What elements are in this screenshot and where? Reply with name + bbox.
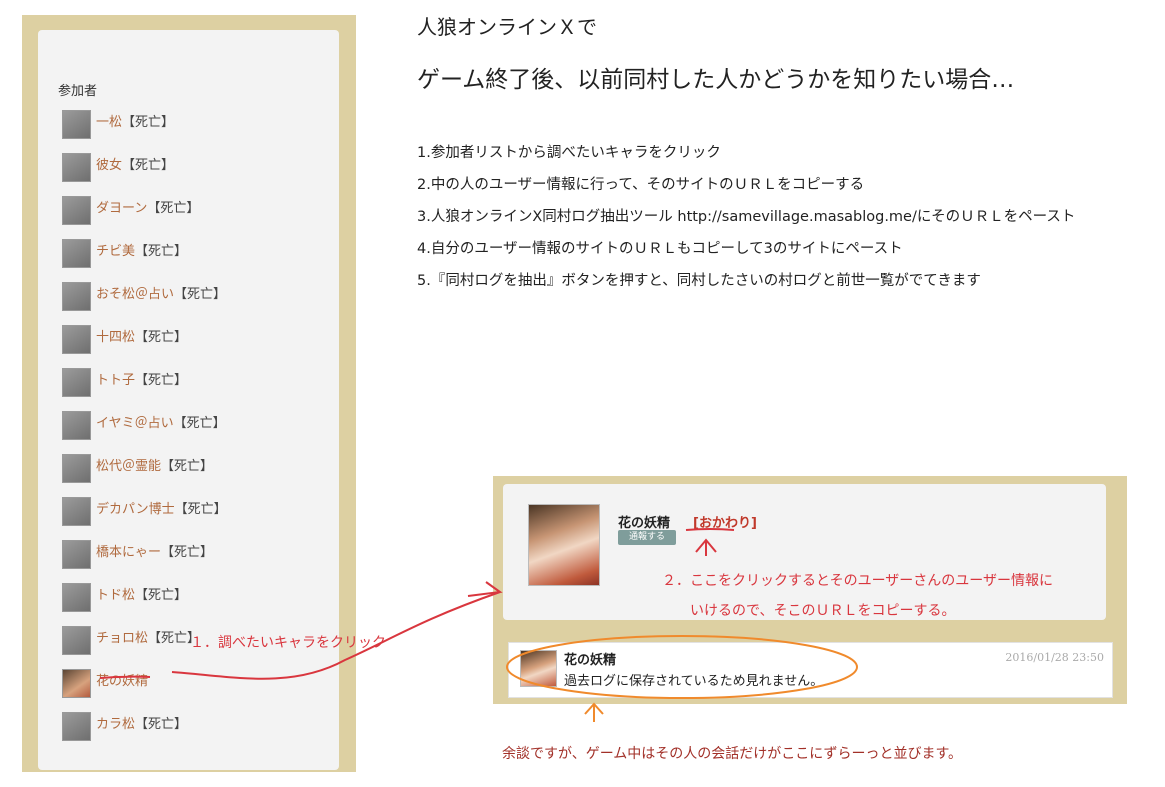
- participant-status: 【死亡】: [135, 330, 188, 345]
- chat-message: 花の妖精 2016/01/28 23:50 過去ログに保存されているため見れませ…: [508, 642, 1113, 698]
- avatar[interactable]: [62, 110, 91, 139]
- avatar[interactable]: [62, 669, 91, 698]
- guide-steps: 1.参加者リストから調べたいキャラをクリック 2.中の人のユーザー情報に行って、…: [417, 137, 1075, 297]
- chat-timestamp: 2016/01/28 23:50: [1005, 651, 1104, 664]
- annotation-aside: 余談ですが、ゲーム中はその人の会話だけがここにずらーっと並びます。: [502, 746, 963, 762]
- participant-status: 【死亡】: [161, 459, 214, 474]
- player-detail-panel: 花の妖精 通報する [おかわり] 花の妖精 2016/01/28 23:50 過…: [493, 476, 1127, 704]
- avatar[interactable]: [62, 583, 91, 612]
- avatar[interactable]: [62, 411, 91, 440]
- guide-step: 5.『同村ログを抽出』ボタンを押すと、同村したさいの村ログと前世一覧がでてきます: [417, 273, 981, 289]
- participant-status: 【死亡】: [174, 502, 227, 517]
- participant-name[interactable]: チビ美: [96, 244, 135, 259]
- chat-up-arrow: [584, 702, 604, 722]
- participant-name[interactable]: カラ松: [96, 717, 135, 732]
- avatar[interactable]: [62, 196, 91, 225]
- participant-status: 【死亡】: [147, 201, 200, 216]
- participant-status: 【死亡】: [135, 588, 188, 603]
- participant-name[interactable]: 橋本にゃー: [96, 545, 161, 560]
- avatar[interactable]: [62, 368, 91, 397]
- annotation-step2-line2: いけるので、そこのＵＲＬをコピーする。: [690, 603, 956, 619]
- participant-status: 【死亡】: [174, 287, 227, 302]
- guide-step: 1.参加者リストから調べたいキャラをクリック: [417, 145, 721, 161]
- participant-status: 【死亡】: [135, 373, 188, 388]
- avatar[interactable]: [62, 540, 91, 569]
- participants-panel: 参加者 一松【死亡】 彼女【死亡】 ダヨーン【死亡】 チビ美【死亡】 おそ松＠占…: [22, 15, 356, 772]
- avatar[interactable]: [62, 626, 91, 655]
- participant-name[interactable]: デカパン博士: [96, 502, 175, 517]
- participant-status: 【死亡】: [135, 717, 188, 732]
- participant-status: 【死亡】: [161, 545, 214, 560]
- avatar[interactable]: [62, 282, 91, 311]
- participant-name[interactable]: 松代＠霊能: [96, 459, 161, 474]
- participant-name[interactable]: チョロ松: [96, 631, 148, 646]
- okawari-link[interactable]: [おかわり]: [693, 512, 757, 531]
- chat-avatar: [520, 650, 557, 687]
- participant-name[interactable]: イヤミ＠占い: [96, 416, 174, 431]
- guide-step: 2.中の人のユーザー情報に行って、そのサイトのＵＲＬをコピーする: [417, 177, 865, 193]
- avatar[interactable]: [62, 325, 91, 354]
- guide-heading-1: 人狼オンラインＸで: [417, 15, 597, 39]
- guide-step: 4.自分のユーザー情報のサイトのＵＲＬもコピーして3のサイトにペースト: [417, 241, 903, 257]
- participants-card: 参加者 一松【死亡】 彼女【死亡】 ダヨーン【死亡】 チビ美【死亡】 おそ松＠占…: [38, 30, 339, 770]
- guide-step: 3.人狼オンラインX同村ログ抽出ツール http://samevillage.m…: [417, 209, 1076, 225]
- participant-name[interactable]: 一松: [96, 115, 122, 130]
- participant-name[interactable]: 花の妖精: [96, 674, 148, 689]
- participants-title: 参加者: [58, 84, 98, 99]
- participant-name[interactable]: ダヨーン: [96, 201, 147, 216]
- participant-name[interactable]: トト子: [96, 373, 135, 388]
- participant-status: 【死亡】: [122, 158, 175, 173]
- avatar[interactable]: [62, 153, 91, 182]
- participant-name[interactable]: 彼女: [96, 158, 122, 173]
- avatar[interactable]: [62, 239, 91, 268]
- profile-avatar: [528, 504, 600, 586]
- annotation-step1: １．調べたいキャラをクリック: [190, 635, 386, 651]
- participant-name[interactable]: おそ松＠占い: [96, 287, 174, 302]
- chat-text: 過去ログに保存されているため見れません。: [564, 674, 824, 689]
- participant-status: 【死亡】: [135, 244, 188, 259]
- report-button[interactable]: 通報する: [618, 530, 676, 545]
- participant-status: 【死亡】: [173, 416, 226, 431]
- guide-heading-2: ゲーム終了後、以前同村した人かどうかを知りたい場合…: [417, 67, 1015, 93]
- participant-status: 【死亡】: [122, 115, 175, 130]
- avatar[interactable]: [62, 497, 91, 526]
- chat-author: 花の妖精: [564, 653, 617, 668]
- profile-name: 花の妖精: [618, 516, 671, 531]
- participant-name[interactable]: 十四松: [96, 330, 135, 345]
- annotation-step2-line1: ２．ここをクリックするとそのユーザーさんのユーザー情報に: [662, 573, 1054, 589]
- participant-name[interactable]: トド松: [96, 588, 135, 603]
- avatar[interactable]: [62, 712, 91, 741]
- avatar[interactable]: [62, 454, 91, 483]
